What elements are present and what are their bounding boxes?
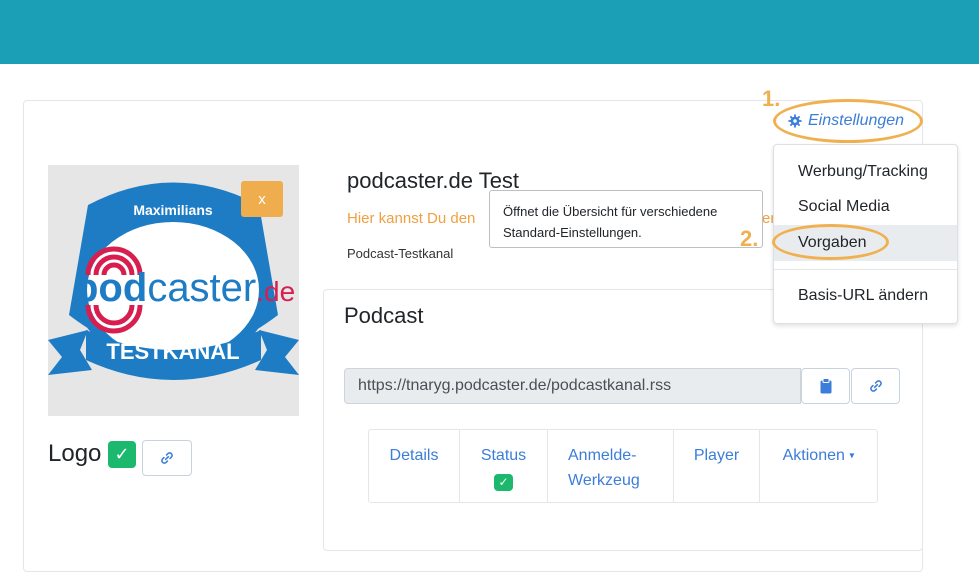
menu-divider (774, 269, 957, 270)
channel-subtitle: Podcast-Testkanal (347, 246, 454, 261)
logo-link-button[interactable] (142, 440, 192, 476)
logo-top-banner: Maximilians (133, 202, 213, 218)
tab-details-label: Details (389, 447, 439, 464)
tab-aktionen[interactable]: Aktionen ▾ (760, 430, 877, 502)
settings-label: Einstellungen (808, 112, 905, 129)
settings-dropdown-toggle[interactable]: Einstellungen (788, 112, 904, 130)
top-header-bar (0, 0, 979, 64)
tooltip: Öffnet die Übersicht für verschiedene St… (489, 190, 763, 248)
menu-item-social-media[interactable]: Social Media (774, 189, 957, 225)
tab-anmelde-label-1: Anmelde- (568, 447, 637, 464)
remove-logo-button[interactable]: x (241, 181, 283, 217)
channel-hint: Hier kannst Du den (347, 210, 476, 227)
logo-heading: Logo ✓ (48, 440, 137, 469)
logo-label: Logo (48, 440, 102, 467)
clipboard-icon (820, 378, 831, 394)
annotation-step-2: 2. (740, 226, 759, 251)
menu-item-basis-url[interactable]: Basis-URL ändern (774, 278, 957, 314)
podcast-tabs: Details Status ✓ Anmelde- Werkzeug Playe… (368, 429, 878, 503)
caret-down-icon: ▾ (849, 450, 855, 462)
link-icon (161, 452, 173, 464)
tab-status-label: Status (480, 447, 527, 464)
gear-icon (788, 114, 802, 128)
annotation-oval-2 (772, 224, 889, 260)
tooltip-line-1: Öffnet die Übersicht für verschiedene (503, 204, 718, 219)
tab-anmelde-werkzeug[interactable]: Anmelde- Werkzeug (548, 430, 674, 502)
link-icon (869, 380, 882, 392)
copy-rss-button[interactable] (801, 368, 850, 404)
logo-ok-check-icon: ✓ (108, 441, 137, 469)
logo-bottom-banner: TESTKANAL (106, 339, 239, 364)
tab-details[interactable]: Details (369, 430, 460, 502)
tab-player-label: Player (693, 447, 740, 464)
status-ok-check-icon: ✓ (494, 474, 513, 492)
tab-player[interactable]: Player (674, 430, 760, 502)
menu-item-werbung-tracking[interactable]: Werbung/Tracking (774, 154, 957, 190)
tab-aktionen-label: Aktionen (782, 447, 845, 464)
tooltip-line-2: Standard-Einstellungen. (503, 225, 642, 240)
tab-anmelde-label-2: Werkzeug (568, 472, 640, 489)
rss-url-field[interactable]: https://tnaryg.podcaster.de/podcastkanal… (344, 368, 801, 404)
open-rss-link-button[interactable] (851, 368, 900, 404)
podcast-title: Podcast (344, 303, 424, 328)
annotation-step-1: 1. (762, 86, 781, 111)
tab-status[interactable]: Status ✓ (460, 430, 548, 502)
